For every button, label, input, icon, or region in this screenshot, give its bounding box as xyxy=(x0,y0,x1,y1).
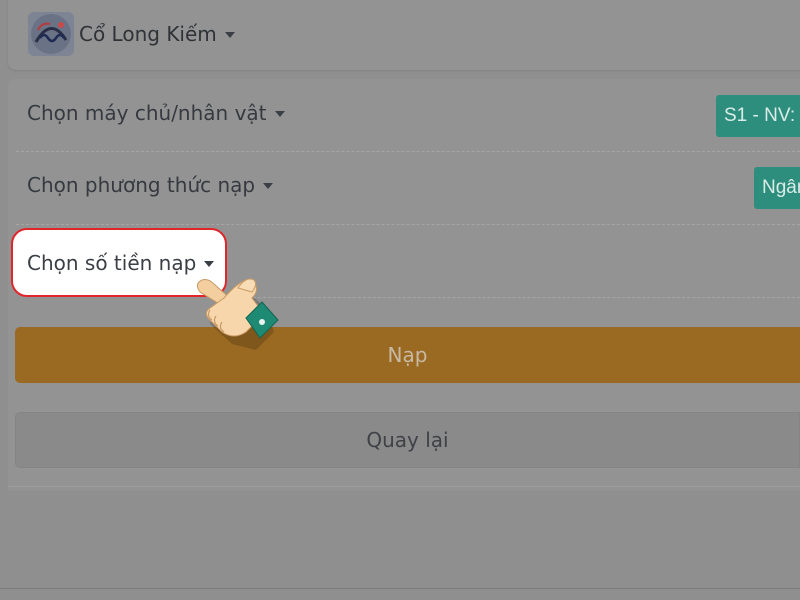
recharge-page: Cổ Long Kiếm Chọn máy chủ/nhân vật S1 - … xyxy=(0,0,800,600)
submit-recharge-button[interactable]: Nạp xyxy=(15,327,800,383)
page-divider xyxy=(0,588,800,589)
game-name: Cổ Long Kiếm xyxy=(79,22,217,46)
method-value-badge[interactable]: Ngân xyxy=(754,167,800,209)
method-label: Chọn phương thức nạp xyxy=(27,173,256,197)
game-logo-icon[interactable] xyxy=(28,12,74,56)
amount-label: Chọn số tiền nạp xyxy=(27,250,197,275)
back-button[interactable]: Quay lại xyxy=(15,412,800,468)
game-selector[interactable]: Cổ Long Kiếm xyxy=(79,20,235,48)
server-value: S1 - NV: F xyxy=(724,105,800,126)
header-bar: Cổ Long Kiếm xyxy=(8,0,800,70)
chevron-down-icon xyxy=(274,111,285,117)
row-divider xyxy=(228,297,800,298)
back-label: Quay lại xyxy=(366,428,449,452)
chevron-down-icon xyxy=(204,260,215,267)
chevron-down-icon xyxy=(263,183,274,189)
method-selector[interactable]: Chọn phương thức nạp xyxy=(27,173,274,197)
chevron-down-icon xyxy=(224,32,235,38)
card-divider xyxy=(8,486,800,487)
server-row: Chọn máy chủ/nhân vật S1 - NV: F xyxy=(16,79,800,152)
server-value-badge[interactable]: S1 - NV: F xyxy=(716,95,800,137)
submit-label: Nạp xyxy=(387,343,428,367)
method-value: Ngân xyxy=(762,177,800,198)
server-selector[interactable]: Chọn máy chủ/nhân vật xyxy=(27,101,285,125)
server-label: Chọn máy chủ/nhân vật xyxy=(27,101,267,125)
method-row: Chọn phương thức nạp Ngân xyxy=(16,151,800,225)
hand-pointer-icon xyxy=(188,270,288,360)
